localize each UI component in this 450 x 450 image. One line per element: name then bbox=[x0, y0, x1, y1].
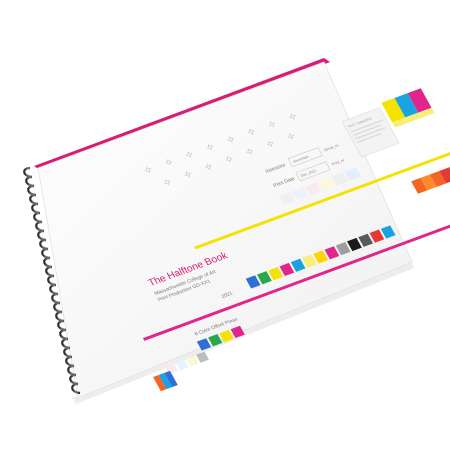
cmyk-swatch-block bbox=[381, 88, 435, 128]
halftone-book-photo: ✧ ✧ ✧ ✧ ✧ ✧ ✧ ✧ ✧ ✧ ✧ ✧ ✧ ✧ ✧ Instructor… bbox=[23, 58, 450, 404]
book-page bbox=[37, 61, 413, 399]
